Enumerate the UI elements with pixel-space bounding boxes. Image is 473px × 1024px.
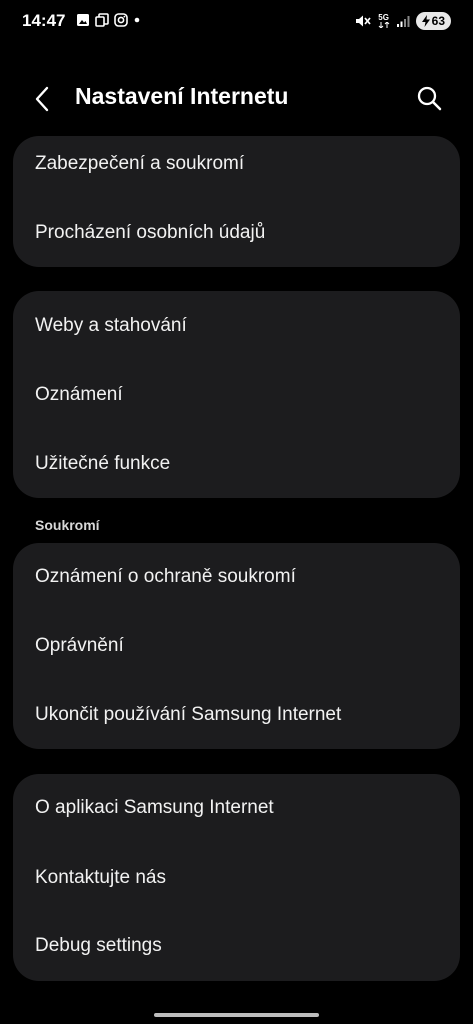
notification-icons — [76, 13, 141, 27]
battery-indicator: 63 — [415, 12, 451, 30]
menu-item-security-privacy[interactable]: Zabezpečení a soukromí — [35, 153, 244, 175]
network-type-label: 5G — [378, 13, 389, 22]
section-header-privacy: Soukromí — [35, 517, 100, 533]
battery-level: 63 — [431, 14, 445, 28]
system-icons: 5G 63 — [354, 12, 451, 30]
dot-icon — [134, 17, 140, 23]
menu-item-stop-using-samsung-internet[interactable]: Ukončit používání Samsung Internet — [35, 704, 341, 726]
settings-group-privacy: Oznámení o ochraně soukromí Oprávnění Uk… — [13, 543, 460, 749]
menu-item-contact-us[interactable]: Kontaktujte nás — [35, 867, 166, 889]
status-time: 14:47 — [22, 11, 66, 30]
menu-item-notifications[interactable]: Oznámení — [35, 384, 123, 406]
menu-item-debug-settings[interactable]: Debug settings — [35, 935, 162, 957]
signal-icon — [396, 16, 410, 27]
status-bar: 14:47 5G 63 — [0, 0, 473, 42]
search-icon[interactable] — [415, 84, 443, 112]
copy-icon — [95, 13, 109, 27]
instagram-icon — [114, 13, 128, 27]
menu-item-about-app[interactable]: O aplikaci Samsung Internet — [35, 797, 274, 819]
settings-group-about: O aplikaci Samsung Internet Kontaktujte … — [13, 774, 460, 981]
menu-item-useful-features[interactable]: Užitečné funkce — [35, 453, 170, 475]
menu-item-browsing-personal-data[interactable]: Procházení osobních údajů — [35, 222, 265, 244]
home-indicator[interactable] — [154, 1013, 319, 1017]
menu-item-sites-downloads[interactable]: Weby a stahování — [35, 315, 187, 337]
mute-icon — [355, 15, 371, 27]
menu-item-permissions[interactable]: Oprávnění — [35, 635, 124, 657]
settings-group-general: Weby a stahování Oznámení Užitečné funkc… — [13, 291, 460, 498]
gallery-icon — [77, 14, 89, 26]
network-type-icon: 5G — [378, 14, 390, 28]
back-arrow-icon[interactable] — [28, 84, 58, 114]
app-header: Nastavení Internetu — [0, 70, 473, 126]
charging-icon — [421, 15, 430, 27]
menu-item-privacy-notice[interactable]: Oznámení o ochraně soukromí — [35, 566, 296, 588]
settings-group-security: Zabezpečení a soukromí Procházení osobní… — [13, 136, 460, 267]
page-title: Nastavení Internetu — [75, 83, 289, 109]
